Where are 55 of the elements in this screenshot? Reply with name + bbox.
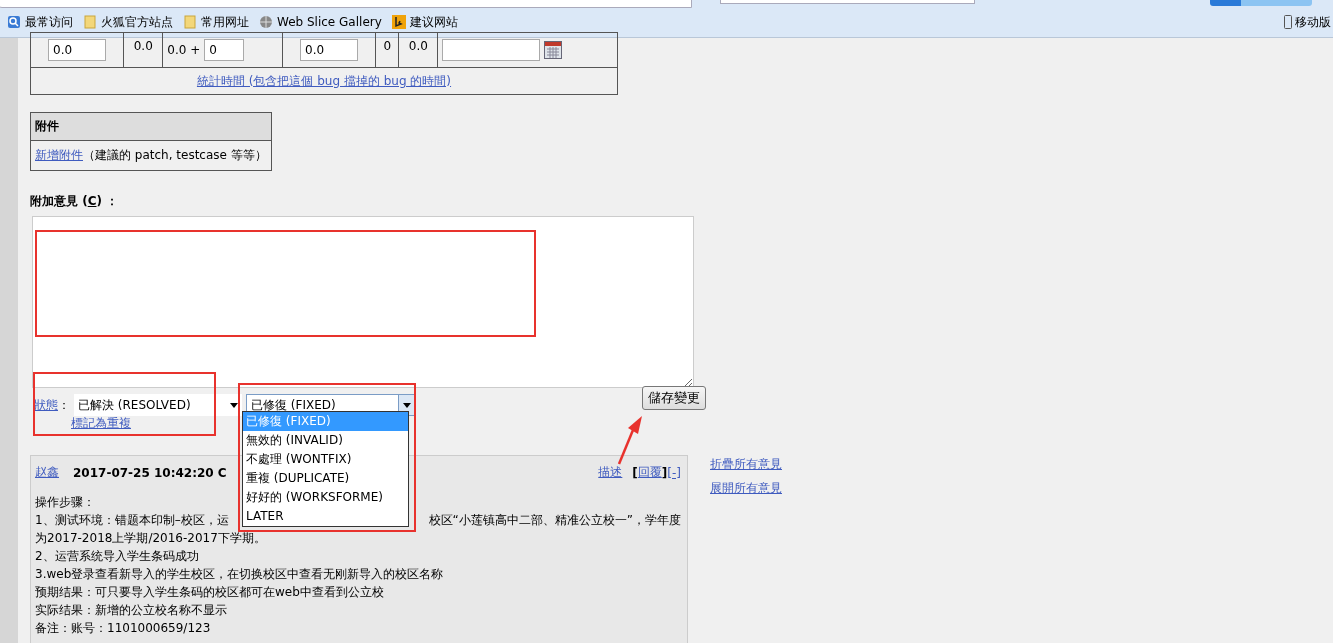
folder-icon (183, 15, 197, 29)
globe-icon (259, 15, 273, 29)
comments-toggle-link[interactable]: 折疊所有意見 (710, 456, 782, 473)
comment-text: 2、运营系统导入学生条码成功 (35, 548, 199, 565)
time-value: 0.0 + (167, 43, 201, 57)
author-link[interactable]: 赵鑫 (35, 464, 59, 481)
dropdown-arrow-icon (403, 402, 411, 408)
save-changes-button[interactable]: 儲存變更 (642, 386, 706, 410)
time-value: 0.0 (408, 39, 428, 53)
bracket: [ (632, 465, 638, 480)
comment-text: 3.web登录查看新导入的学生校区，在切换校区中查看无刚新导入的校区名称 (35, 566, 444, 583)
bookmark-item[interactable]: Web Slice Gallery (259, 15, 382, 29)
mobile-bookmark[interactable]: 移动版 (1284, 13, 1331, 31)
comments-toggle-link[interactable]: 展開所有意見 (710, 480, 782, 497)
bookmark-item[interactable]: 建议网站 (391, 13, 458, 31)
attachment-heading: 附件 (35, 119, 59, 133)
phone-icon (1284, 15, 1292, 29)
dropdown-arrow-icon (230, 402, 238, 408)
time-input[interactable]: 0 (204, 39, 245, 61)
comment-time: 2017-07-25 10:42:20 C (73, 465, 227, 480)
comment-text: 备注：账号：1101000659/123 (35, 620, 211, 637)
describe-link[interactable]: 描述 (598, 464, 623, 481)
dropdown-option[interactable]: 重複 (DUPLICATE) (243, 469, 408, 488)
bookmark-item[interactable]: 常用网址 (183, 13, 249, 31)
comment-text: 操作步骤： (35, 494, 95, 511)
bracket: ] (661, 465, 668, 480)
time-value: 0 (383, 39, 392, 53)
status-select[interactable]: 已解決 (RESOLVED) (74, 394, 242, 416)
comment-text: 预期结果：可只要导入学生条码的校区都可在web中查看到公立校 (35, 584, 384, 601)
comment-label: 附加意見 (C) ： (30, 193, 120, 210)
time-input[interactable]: 0.0 (300, 39, 359, 61)
time-value: 0.0 (133, 39, 153, 53)
search-page-icon (7, 15, 21, 29)
calendar-icon[interactable] (544, 41, 563, 59)
reply-link[interactable]: 回覆 (637, 464, 662, 481)
comment-text: 1、测试环境：错题本印制–校区，运 (35, 512, 229, 529)
comment-text: 为2017-2018上学期/2016-2017下学期。 (35, 530, 266, 547)
date-input[interactable] (442, 39, 541, 61)
dropdown-option[interactable]: 好好的 (WORKSFORME) (243, 488, 408, 507)
status-link[interactable]: 狀態 (34, 396, 58, 414)
time-input[interactable]: 0.0 (48, 39, 107, 61)
folder-icon (83, 15, 97, 29)
comment-text: 实际结果：新增的公立校名称不显示 (35, 602, 227, 619)
comment-textarea[interactable] (32, 216, 694, 388)
bookmark-item[interactable]: 最常访问 (7, 13, 73, 31)
bookmark-item[interactable]: 火狐官方站点 (83, 13, 173, 31)
dropdown-option[interactable]: 無效的 (INVALID) (243, 431, 408, 450)
comment-text: 校区“小莲镇高中二部、精准公立校一”，学年度 (428, 512, 681, 529)
collapse-link[interactable]: [-] (667, 465, 681, 480)
time-summary-link[interactable]: 統計時間 (包含把這個 bug 擋掉的 bug 的時間) (196, 73, 452, 88)
add-attachment-link[interactable]: 新增附件 (35, 148, 83, 162)
attachment-hint: （建議的 patch, testcase 等等） (83, 148, 267, 162)
dropdown-option[interactable]: LATER (243, 507, 408, 526)
dropdown-option[interactable]: 不處理 (WONTFIX) (243, 450, 408, 469)
status-colon: ： (58, 396, 70, 414)
